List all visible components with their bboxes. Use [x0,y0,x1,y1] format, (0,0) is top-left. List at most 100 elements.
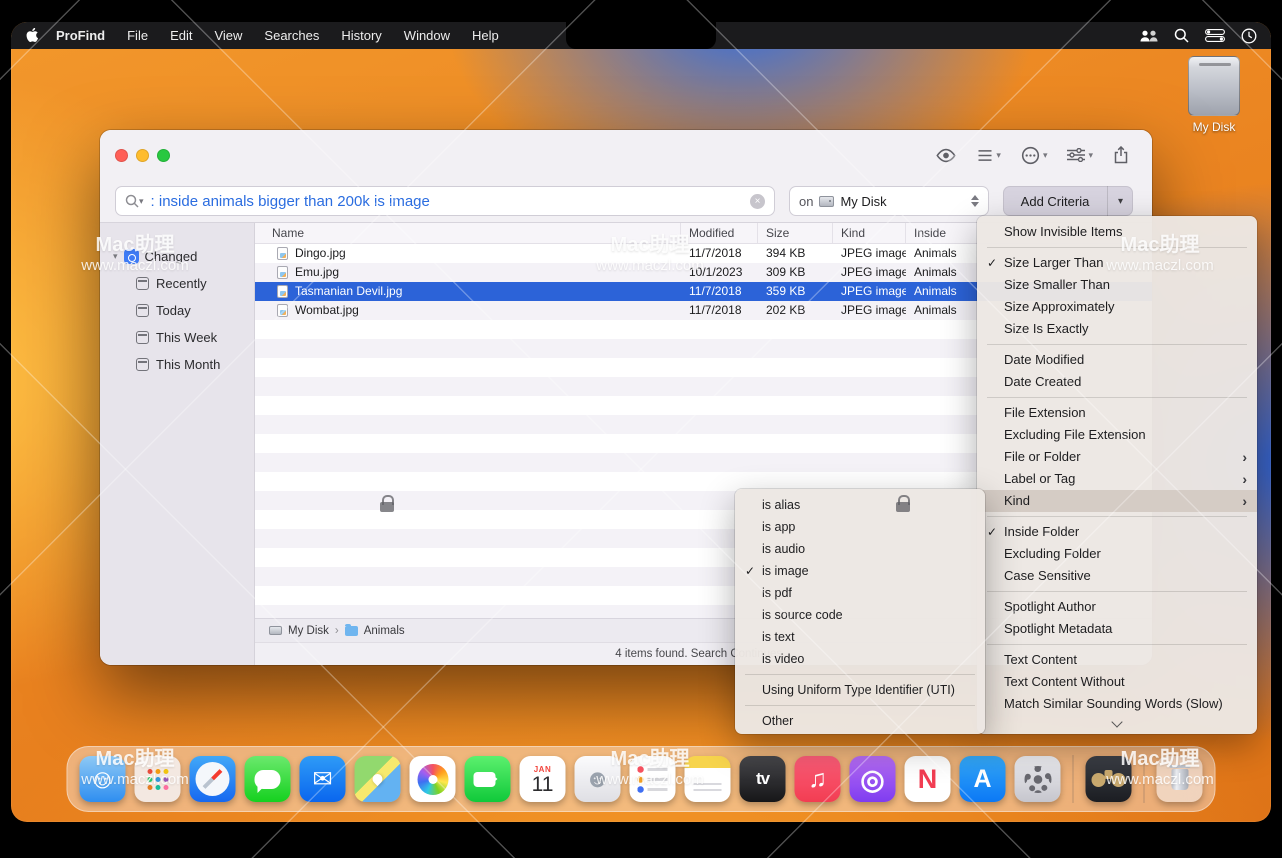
add-criteria-button[interactable]: Add Criteria ▾ [1003,186,1133,216]
menu-item-is-alias[interactable]: is alias [735,494,985,516]
menu-file[interactable]: File [127,28,148,43]
path-folder[interactable]: Animals [364,625,405,637]
menu-item-size-is-exactly[interactable]: Size Is Exactly [977,318,1257,340]
dock-reminders[interactable] [630,756,676,802]
clear-search-button[interactable]: × [750,194,765,209]
scope-dropdown[interactable]: on My Disk [789,186,989,216]
menu-item-is-video[interactable]: is video [735,648,985,670]
menu-item-excluding-folder[interactable]: Excluding Folder [977,543,1257,565]
dock-profind[interactable] [1086,756,1132,802]
spotlight-search-icon[interactable] [1174,28,1189,43]
dock-music[interactable] [795,756,841,802]
dock-launchpad[interactable] [135,756,181,802]
menu-item-label-or-tag[interactable]: Label or Tag› [977,468,1257,490]
disclosure-chevron-icon[interactable]: ▾ [113,251,118,262]
dock-facetime[interactable] [465,756,511,802]
menu-item-is-audio[interactable]: is audio [735,538,985,560]
menu-item-date-modified[interactable]: Date Modified [977,349,1257,371]
dock-trash[interactable] [1157,756,1203,802]
sidebar-group-changed[interactable]: ▾ Changed [100,243,254,270]
filter-button[interactable]: ▾ [1067,148,1093,162]
menu-item-label: is alias [762,494,975,516]
dock-notes[interactable] [685,756,731,802]
menu-item-is-app[interactable]: is app [735,516,985,538]
zoom-button[interactable] [157,149,170,162]
app-menu-title[interactable]: ProFind [56,28,105,43]
menu-item-label: Size Approximately [1004,296,1247,318]
menu-item-label: Excluding Folder [1004,543,1247,565]
menu-item-is-image[interactable]: ✓is image [735,560,985,582]
reminders-icon [638,766,668,793]
menu-view[interactable]: View [214,28,242,43]
dock-messages[interactable] [245,756,291,802]
dock-podcasts[interactable] [850,756,896,802]
menu-history[interactable]: History [341,28,381,43]
path-disk[interactable]: My Disk [288,625,329,637]
menu-searches[interactable]: Searches [264,28,319,43]
dock-calendar[interactable]: JAN11 [520,756,566,802]
menu-item-case-sensitive[interactable]: Case Sensitive [977,565,1257,587]
preview-eye-button[interactable] [935,148,957,163]
search-options-chevron-icon[interactable]: ▾ [139,196,144,207]
menu-item-is-pdf[interactable]: is pdf [735,582,985,604]
menu-edit[interactable]: Edit [170,28,192,43]
share-button[interactable] [1113,146,1129,164]
column-header-kind[interactable]: Kind [833,223,906,243]
menu-item-kind[interactable]: Kind› [977,490,1257,512]
dock-safari[interactable] [190,756,236,802]
menu-item-is-text[interactable]: is text [735,626,985,648]
column-header-name[interactable]: Name [255,223,681,243]
menu-item-other[interactable]: Other [735,710,985,732]
dock-appstore[interactable] [960,756,1006,802]
dock-finder[interactable] [80,756,126,802]
dock-news[interactable] [905,756,951,802]
menu-item-text-content-without[interactable]: Text Content Without [977,671,1257,693]
menu-item-match-similar-sounding-words-slow[interactable]: Match Similar Sounding Words (Slow) [977,693,1257,715]
menu-item-inside-folder[interactable]: ✓Inside Folder [977,521,1257,543]
dock-tv[interactable] [740,756,786,802]
close-button[interactable] [115,149,128,162]
menu-item-size-smaller-than[interactable]: Size Smaller Than [977,274,1257,296]
menu-item-using-uniform-type-identifier-uti[interactable]: Using Uniform Type Identifier (UTI) [735,679,985,701]
menu-item-is-source-code[interactable]: is source code [735,604,985,626]
menu-scroll-chevron-icon[interactable] [1111,716,1122,727]
menu-item-date-created[interactable]: Date Created [977,371,1257,393]
dock-photos[interactable] [410,756,456,802]
menu-item-file-extension[interactable]: File Extension [977,402,1257,424]
view-options-button[interactable]: ▾ [977,149,1001,162]
menu-item-show-invisible-items[interactable]: Show Invisible Items [977,221,1257,243]
calendar-icon [136,277,149,290]
menu-window[interactable]: Window [404,28,450,43]
fast-user-switching-icon[interactable] [1140,30,1158,42]
sidebar-item-today[interactable]: Today [100,297,254,324]
clock-icon[interactable] [1241,28,1257,44]
menu-item-spotlight-metadata[interactable]: Spotlight Metadata [977,618,1257,640]
cell-kind: JPEG image [833,301,906,320]
menu-item-spotlight-author[interactable]: Spotlight Author [977,596,1257,618]
column-header-modified[interactable]: Modified [681,223,758,243]
menu-item-file-or-folder[interactable]: File or Folder› [977,446,1257,468]
menu-separator [987,516,1247,517]
apple-menu-icon[interactable] [25,28,38,43]
minimize-button[interactable] [136,149,149,162]
dock-settings[interactable] [1015,756,1061,802]
sidebar-item-recently[interactable]: Recently [100,270,254,297]
desktop-disk-icon[interactable]: My Disk [1181,56,1247,134]
menu-item-size-approximately[interactable]: Size Approximately [977,296,1257,318]
control-center-icon[interactable] [1205,29,1225,42]
dock-mail[interactable] [300,756,346,802]
more-actions-button[interactable]: ▾ [1021,146,1048,165]
menu-item-size-larger-than[interactable]: ✓Size Larger Than [977,252,1257,274]
menu-item-text-content[interactable]: Text Content [977,649,1257,671]
chevron-down-icon: ▾ [996,150,1001,161]
sidebar-item-this-week[interactable]: This Week [100,324,254,351]
menu-item-excluding-file-extension[interactable]: Excluding File Extension [977,424,1257,446]
menu-item-label: Excluding File Extension [1004,424,1247,446]
search-input[interactable]: ▾ : inside animals bigger than 200k is i… [115,186,775,216]
menu-help[interactable]: Help [472,28,499,43]
dock-contacts[interactable] [575,756,621,802]
sidebar-item-this-month[interactable]: This Month [100,351,254,378]
column-header-size[interactable]: Size [758,223,833,243]
titlebar: ▾ ▾ ▾ [115,130,1137,180]
dock-maps[interactable] [355,756,401,802]
